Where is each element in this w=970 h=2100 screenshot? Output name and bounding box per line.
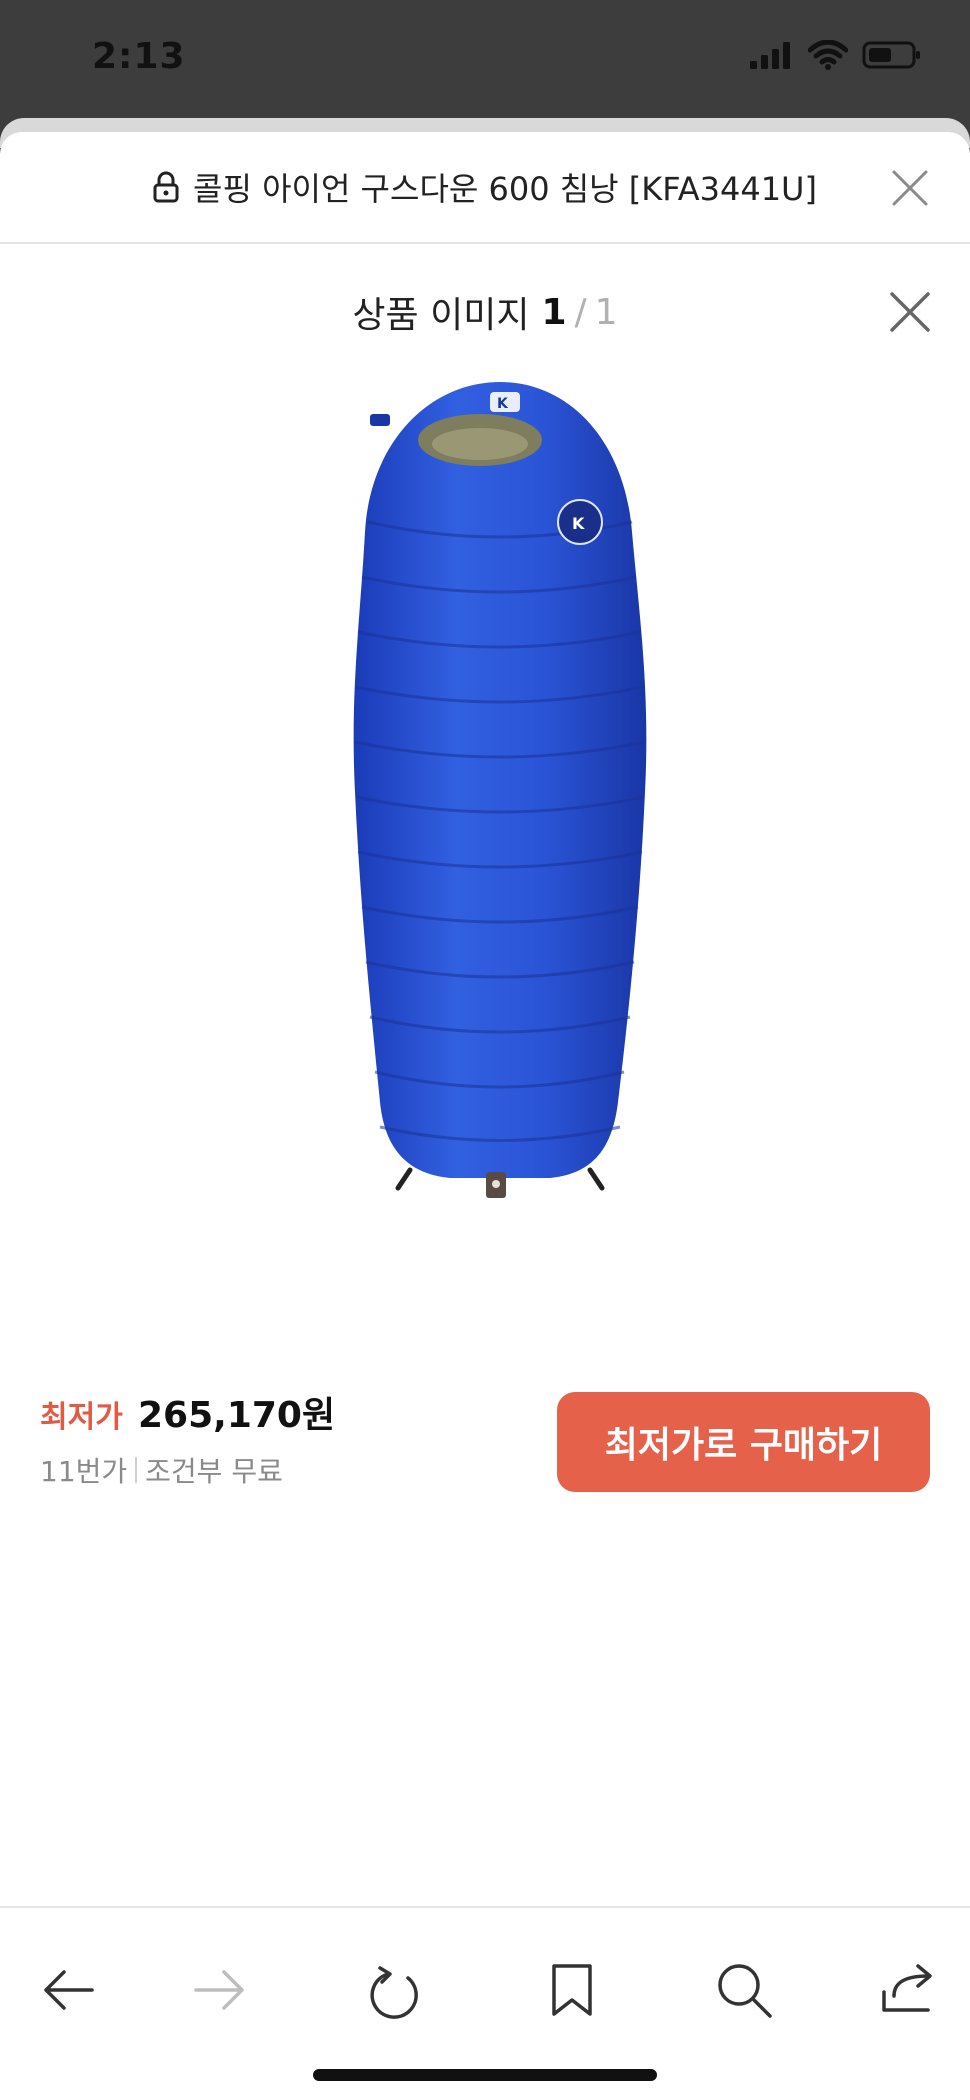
image-viewer-header: 상품 이미지 1 / 1 [0,272,970,352]
status-time: 2:13 [92,36,186,77]
battery-icon [862,40,922,74]
reload-icon[interactable] [364,1958,428,2022]
seller-info: 11번가 조건부 무료 [40,1450,283,1490]
page-title: 콜핑 아이언 구스다운 600 침낭 [KFA3441U] [193,170,817,208]
close-icon[interactable] [886,164,934,212]
svg-text:K: K [497,396,509,412]
seller-divider [135,1457,138,1483]
product-sheet: 콜핑 아이언 구스다운 600 침낭 [KFA3441U] 상품 이미지 1 /… [0,132,970,2100]
status-icons [750,39,922,74]
search-icon[interactable] [712,1958,776,2022]
lock-icon [153,171,179,203]
wifi-icon [807,39,849,74]
image-index-current: 1 [541,291,567,333]
share-icon[interactable] [876,1958,940,2022]
svg-text:K: K [572,514,585,533]
seller-name: 11번가 [40,1455,128,1488]
price-value: 265,170원 [138,1395,336,1436]
forward-icon[interactable] [188,1958,252,2022]
signal-icon [750,41,794,73]
bookmark-icon[interactable] [540,1958,604,2022]
back-icon[interactable] [36,1958,100,2022]
viewer-title: 상품 이미지 [352,295,530,336]
shipping-info: 조건부 무료 [145,1455,283,1488]
product-image: K K [340,362,660,1212]
home-indicator[interactable] [313,2069,657,2081]
image-index-total: 1 [594,291,618,333]
image-index-separator: / [574,291,587,333]
viewer-close-icon[interactable] [884,286,936,338]
status-bar: 2:13 [0,0,970,118]
buy-lowest-price-button[interactable]: 최저가로 구매하기 [557,1392,930,1492]
url-bar: 콜핑 아이언 구스다운 600 침낭 [KFA3441U] [0,132,970,244]
lowest-price-label: 최저가 [40,1400,123,1435]
